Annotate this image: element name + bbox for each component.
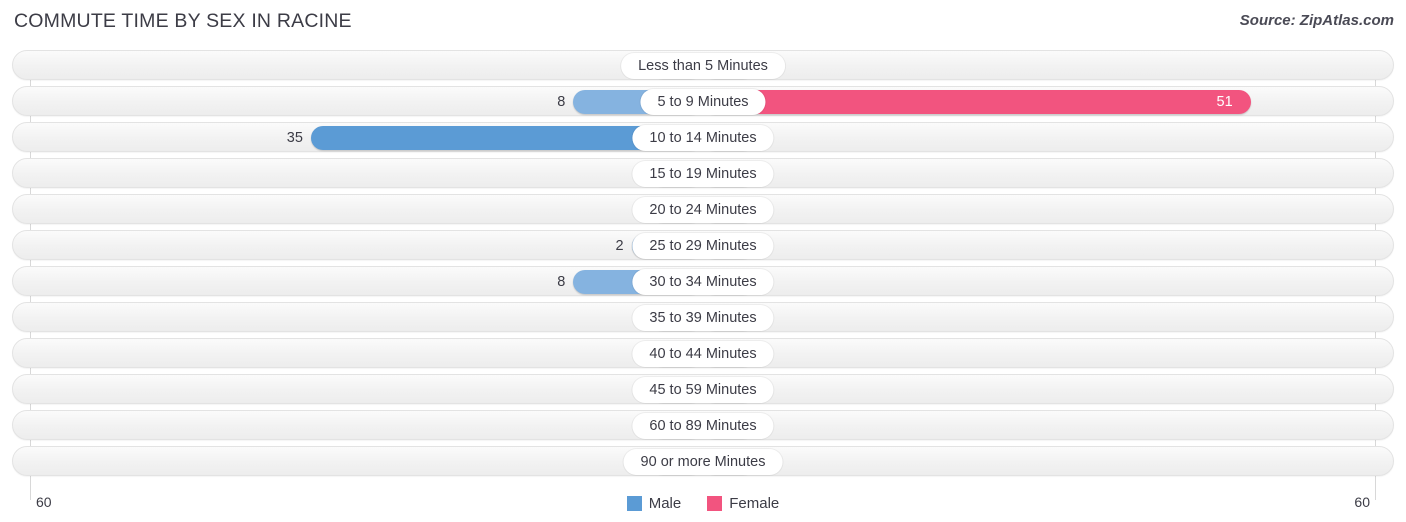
chart-row[interactable]: 8 51 5 to 9 Minutes: [12, 86, 1394, 116]
male-swatch-icon: [626, 496, 642, 511]
chart-row[interactable]: 0035 to 39 Minutes: [12, 302, 1394, 332]
category-label: 15 to 19 Minutes: [632, 161, 774, 187]
chart-row[interactable]: 2025 to 29 Minutes: [12, 230, 1394, 260]
category-label: 5 to 9 Minutes: [640, 89, 766, 115]
legend-item-female[interactable]: Female: [707, 495, 779, 512]
female-swatch-icon: [707, 496, 723, 511]
chart-row[interactable]: 0020 to 24 Minutes: [12, 194, 1394, 224]
female-bar[interactable]: [703, 90, 1251, 114]
chart-row[interactable]: 0060 to 89 Minutes: [12, 410, 1394, 440]
category-label: 10 to 14 Minutes: [632, 125, 774, 151]
chart-legend: Male Female: [0, 495, 1406, 512]
male-value-label: 8: [557, 94, 566, 110]
female-value-label: 51: [1216, 94, 1233, 110]
chart-row[interactable]: 0040 to 44 Minutes: [12, 338, 1394, 368]
male-value-label: 8: [557, 274, 566, 290]
page-title: COMMUTE TIME BY SEX IN RACINE: [14, 10, 352, 32]
legend-label-male: Male: [648, 495, 682, 512]
category-label: 25 to 29 Minutes: [632, 233, 774, 259]
chart-rows: 00Less than 5 Minutes 8 51 5 to 9 Minutes 35…: [12, 50, 1394, 482]
male-value-label: 35: [286, 130, 303, 146]
chart-row[interactable]: 0045 to 59 Minutes: [12, 374, 1394, 404]
chart-plot-area: 00Less than 5 Minutes 8 51 5 to 9 Minutes 35…: [12, 50, 1394, 500]
chart-header: COMMUTE TIME BY SEX IN RACINE Source: Zi…: [0, 0, 1406, 44]
category-label: Less than 5 Minutes: [621, 53, 785, 79]
chart-row[interactable]: 0015 to 19 Minutes: [12, 158, 1394, 188]
chart-row[interactable]: 0090 or more Minutes: [12, 446, 1394, 476]
category-label: 45 to 59 Minutes: [632, 377, 774, 403]
chart-row[interactable]: 35010 to 14 Minutes: [12, 122, 1394, 152]
chart-row[interactable]: 00Less than 5 Minutes: [12, 50, 1394, 80]
category-label: 30 to 34 Minutes: [632, 269, 774, 295]
category-label: 60 to 89 Minutes: [632, 413, 774, 439]
legend-item-male[interactable]: Male: [626, 495, 682, 512]
category-label: 90 or more Minutes: [623, 449, 783, 475]
male-value-label: 2: [615, 238, 624, 254]
chart-row[interactable]: 8030 to 34 Minutes: [12, 266, 1394, 296]
category-label: 35 to 39 Minutes: [632, 305, 774, 331]
legend-label-female: Female: [729, 495, 780, 512]
category-label: 40 to 44 Minutes: [632, 341, 774, 367]
source-attribution: Source: ZipAtlas.com: [1239, 12, 1394, 29]
category-label: 20 to 24 Minutes: [632, 197, 774, 223]
